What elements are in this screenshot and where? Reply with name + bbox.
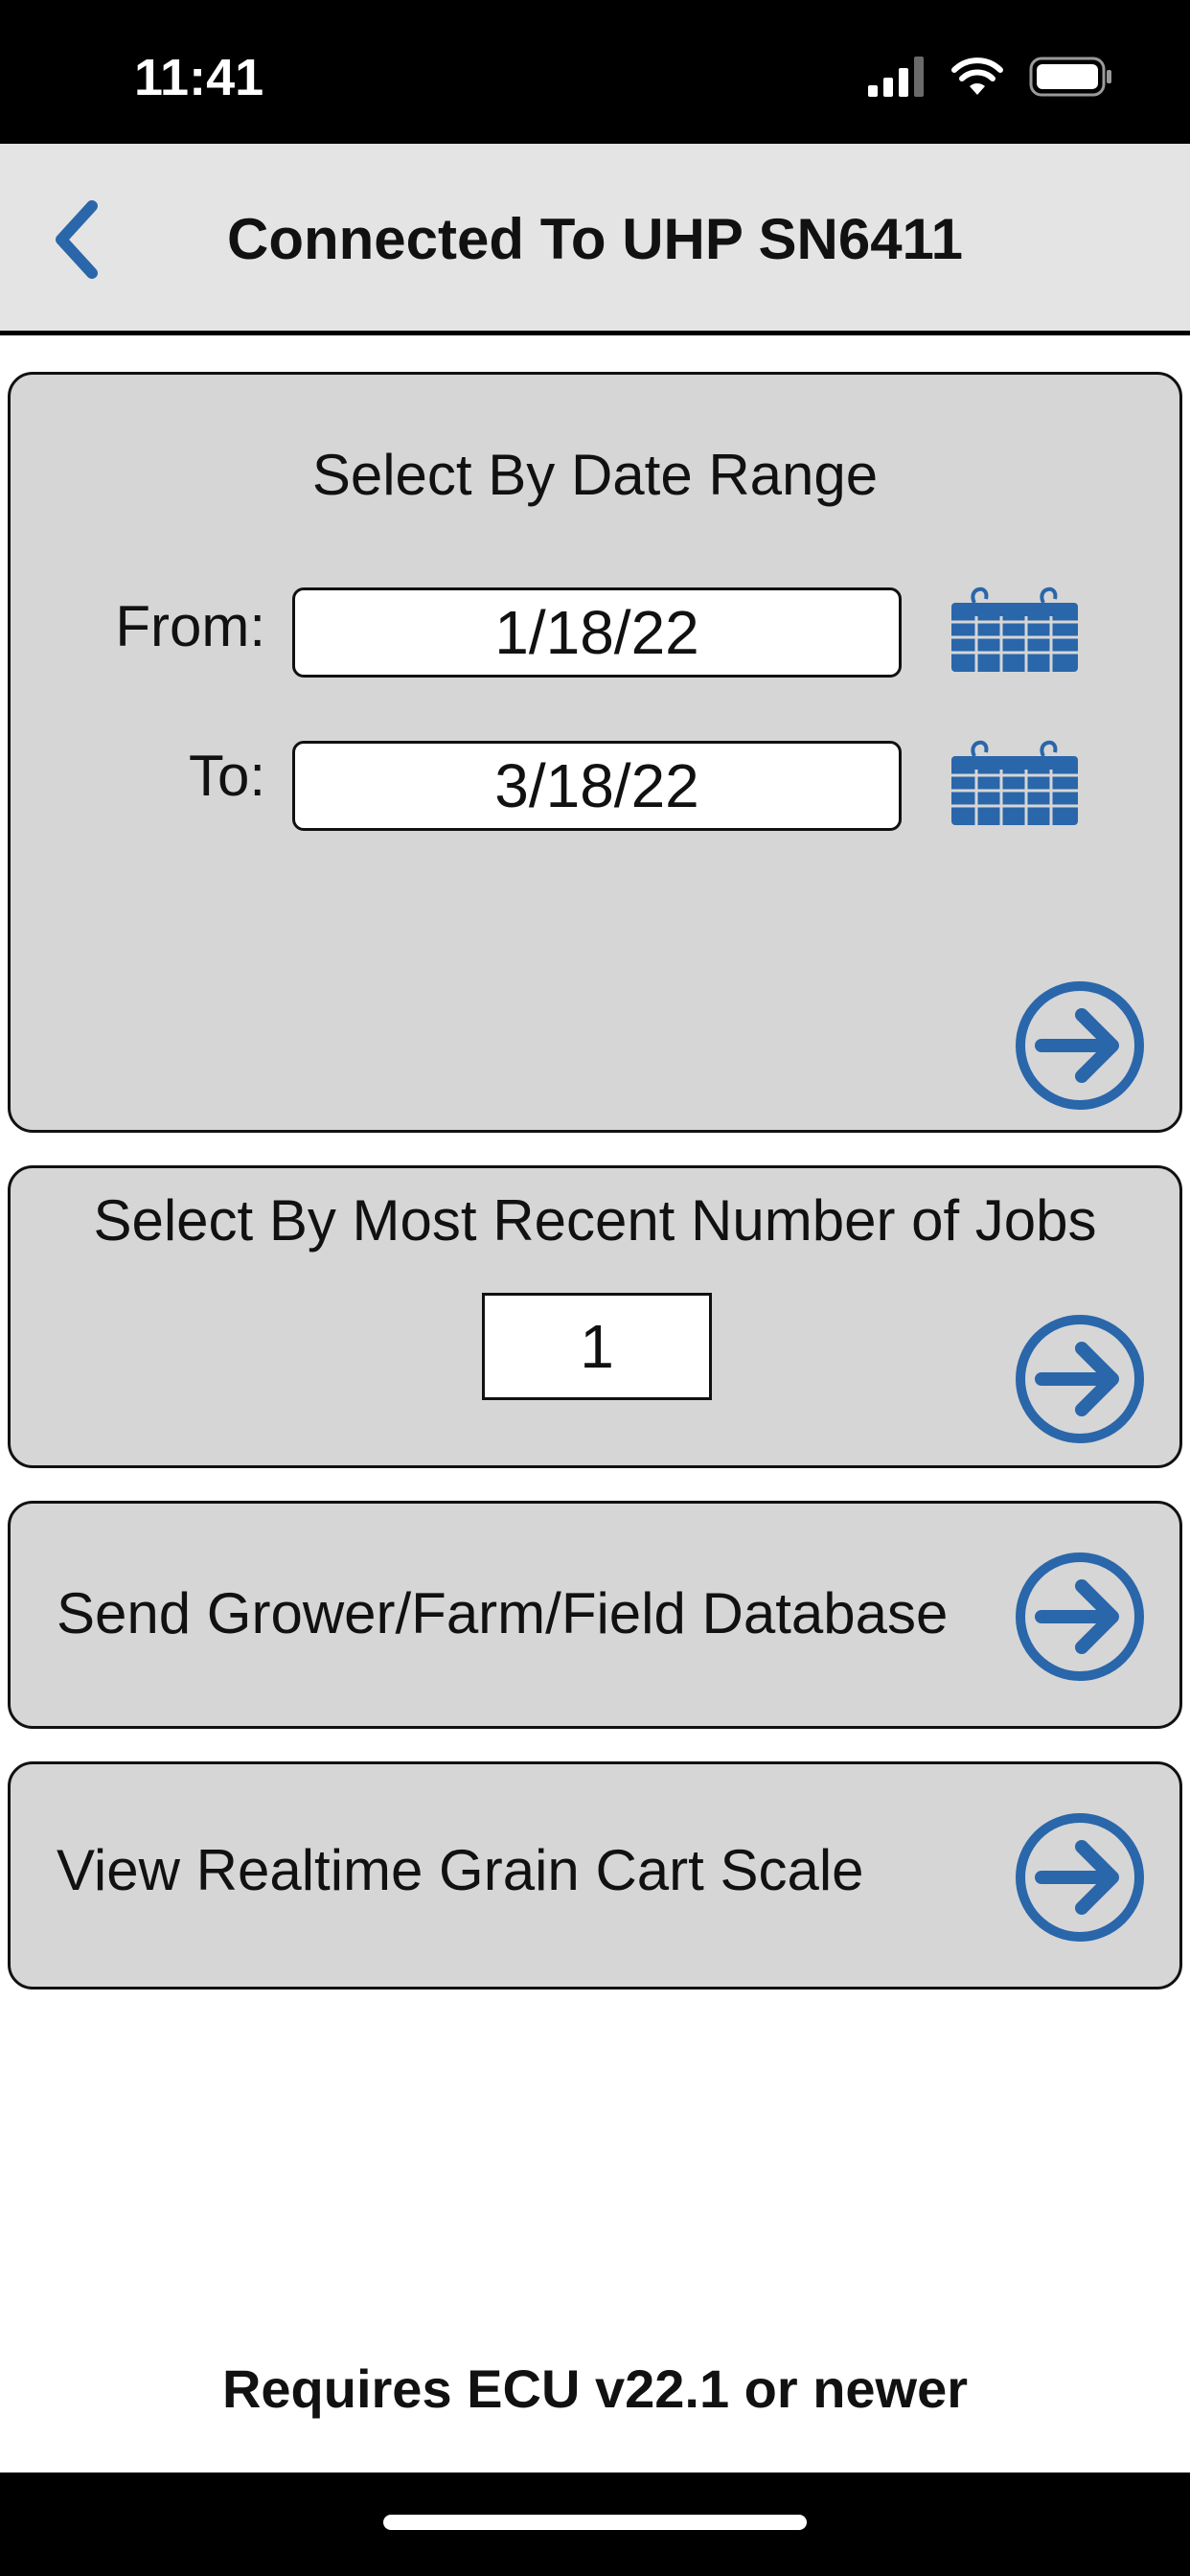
wifi-icon	[951, 58, 1003, 95]
send-database-go-button[interactable]	[1013, 1550, 1147, 1684]
status-time: 11:41	[134, 49, 264, 106]
arrow-right-icon	[1035, 1579, 1119, 1654]
recent-jobs-go-button[interactable]	[1013, 1312, 1147, 1446]
realtime-scale-card[interactable]: View Realtime Grain Cart Scale	[8, 1761, 1182, 1990]
to-date-field[interactable]: 3/18/22	[292, 741, 902, 831]
footer-note: Requires ECU v22.1 or newer	[221, 2358, 969, 2419]
from-calendar-icon[interactable]	[948, 580, 1082, 676]
recent-jobs-title: Select By Most Recent Number of Jobs	[93, 1188, 1097, 1253]
date-range-title: Select By Date Range	[311, 443, 879, 507]
home-indicator-area	[0, 2472, 1190, 2576]
send-database-card[interactable]: Send Grower/Farm/Field Database	[8, 1501, 1182, 1729]
battery-icon	[1029, 57, 1111, 97]
nav-bar: Connected To UHP SN6411	[0, 144, 1190, 335]
status-icons	[868, 56, 1113, 98]
date-range-go-button[interactable]	[1013, 978, 1147, 1113]
arrow-right-icon	[1035, 1008, 1119, 1083]
signal-icon	[868, 57, 924, 97]
status-bar: 11:41	[0, 0, 1190, 144]
realtime-scale-go-button[interactable]	[1013, 1810, 1147, 1944]
from-date-field[interactable]: 1/18/22	[292, 587, 902, 678]
send-database-label: Send Grower/Farm/Field Database	[57, 1581, 949, 1645]
to-calendar-icon[interactable]	[948, 733, 1082, 829]
to-label: To:	[188, 744, 265, 808]
from-label: From:	[115, 594, 265, 658]
arrow-right-icon	[1035, 1342, 1119, 1416]
arrow-right-icon	[1035, 1840, 1119, 1915]
recent-jobs-card: Select By Most Recent Number of Jobs 1	[8, 1165, 1182, 1468]
date-range-card: Select By Date Range From: 1/18/22 To: 3…	[8, 372, 1182, 1133]
page-title: Connected To UHP SN6411	[227, 207, 963, 271]
realtime-scale-label: View Realtime Grain Cart Scale	[57, 1838, 864, 1902]
home-indicator[interactable]	[383, 2515, 807, 2530]
job-count-field[interactable]: 1	[482, 1293, 712, 1400]
